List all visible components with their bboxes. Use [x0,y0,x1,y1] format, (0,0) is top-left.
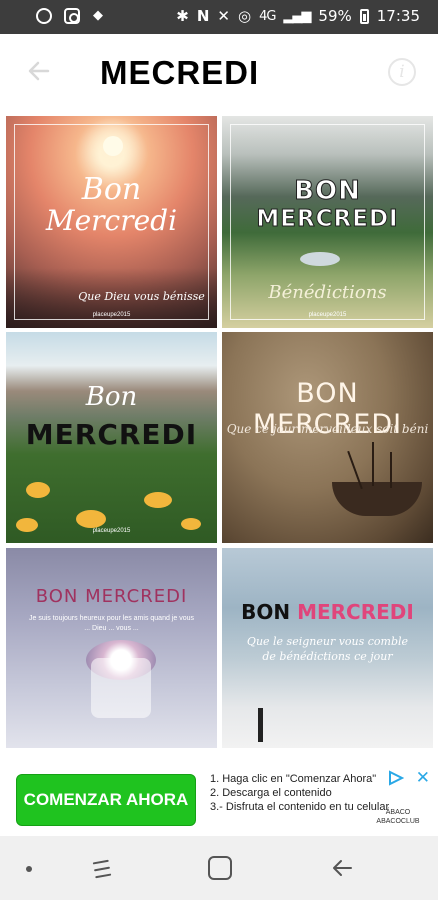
card-title-line1: Bon [81,172,142,207]
card-title-line1: Bon [85,382,138,412]
bluetooth-icon: ✱ [176,7,189,25]
signal-icon: ▂▄▆ [283,8,311,24]
alarm-icon: ◎ [237,7,252,25]
close-icon[interactable]: ✕ [416,768,430,788]
card-caption: Que ce jour merveilleux soit béni [226,422,429,436]
home-icon[interactable] [208,856,232,880]
nfc-icon: N [196,7,210,25]
ad-start-button[interactable]: COMENZAR AHORA [16,774,196,826]
card-caption: Que le seigneur vous comble de bénédicti… [246,635,409,663]
clock: 17:35 [376,7,420,25]
greeting-card-2[interactable]: BON MERCREDI Bénédictions placeupe2015 [222,116,433,328]
card-title-line1: BON [294,176,361,207]
battery-percent: 59% [318,7,352,25]
battery-icon [359,8,369,24]
system-icons: ✱ N ✕ ◎ 4G ▂▄▆ 59% 17:35 [176,7,420,25]
card-caption: Que Dieu vous bénisse [78,290,205,303]
image-grid: Bon Mercredi Que Dieu vous bénisse place… [0,112,438,748]
card-title-line2: MERCREDI [25,418,198,451]
circle-p-icon [36,8,52,24]
flower-shape [144,492,172,508]
ad-brand-line2: ABACOCLUB [376,818,420,825]
card-title-line2: MERCREDI [297,600,414,624]
ad-steps: 1. Haga clic en "Comenzar Ahora" 2. Desc… [210,772,390,814]
network-type: 4G [259,8,276,24]
card-title-line2: MERCREDI [256,206,399,233]
info-icon[interactable]: i [388,58,416,86]
status-bar: ✱ N ✕ ◎ 4G ▂▄▆ 59% 17:35 [0,0,438,34]
greeting-card-3[interactable]: Bon MERCREDI placeupe2015 [6,332,217,543]
card-credit: placeupe2015 [92,312,131,318]
card-title-line2: Mercredi [45,204,178,237]
flower-shape [26,482,50,498]
card-caption: Je suis toujours heureux pour les amis q… [29,615,194,632]
ad-step: 3.- Disfruta el contenido en tu celular [210,801,390,813]
greeting-card-6[interactable]: BON MERCREDI Que le seigneur vous comble… [222,548,433,748]
bowl-shape [332,482,422,516]
back-arrow-icon[interactable] [26,58,52,84]
incense-stick [372,442,374,486]
navigation-bar [0,836,438,900]
card-title-row: BON MERCREDI [222,600,433,624]
flower-shape [76,510,106,528]
page-title: MECREDI [100,54,260,91]
greeting-card-5[interactable]: BON MERCREDI Je suis toujours heureux po… [6,548,217,748]
ad-choices-icon[interactable] [388,770,404,786]
instagram-icon [64,8,80,24]
card-credit: placeupe2015 [92,528,131,534]
ad-banner[interactable]: COMENZAR AHORA 1. Haga clic en "Comenzar… [0,748,438,836]
app-bar: MECREDI i [0,34,438,112]
card-credit: placeupe2015 [308,312,347,318]
recents-icon[interactable] [90,858,114,880]
dropbox-icon [92,7,108,24]
person-silhouette [258,708,263,742]
card-caption: Bénédictions [268,282,387,303]
greeting-card-1[interactable]: Bon Mercredi Que Dieu vous bénisse place… [6,116,217,328]
incense-stick [390,452,392,488]
back-icon[interactable] [330,856,354,880]
ad-step: 1. Haga clic en "Comenzar Ahora" [210,773,377,785]
card-title-line1: BON [241,600,291,624]
ad-brand-line1: ÁBACO [385,809,411,816]
greeting-card-4[interactable]: BON MERCREDI Que ce jour merveilleux soi… [222,332,433,543]
ad-step: 2. Descarga el contenido [210,787,332,799]
dot-icon[interactable] [26,866,32,872]
card-title: BON MERCREDI [35,586,188,607]
ad-brand: ÁBACO ABACOCLUB [368,808,428,826]
notification-icons [36,7,108,24]
mute-icon: ✕ [217,7,230,25]
vase-shape [91,658,151,718]
